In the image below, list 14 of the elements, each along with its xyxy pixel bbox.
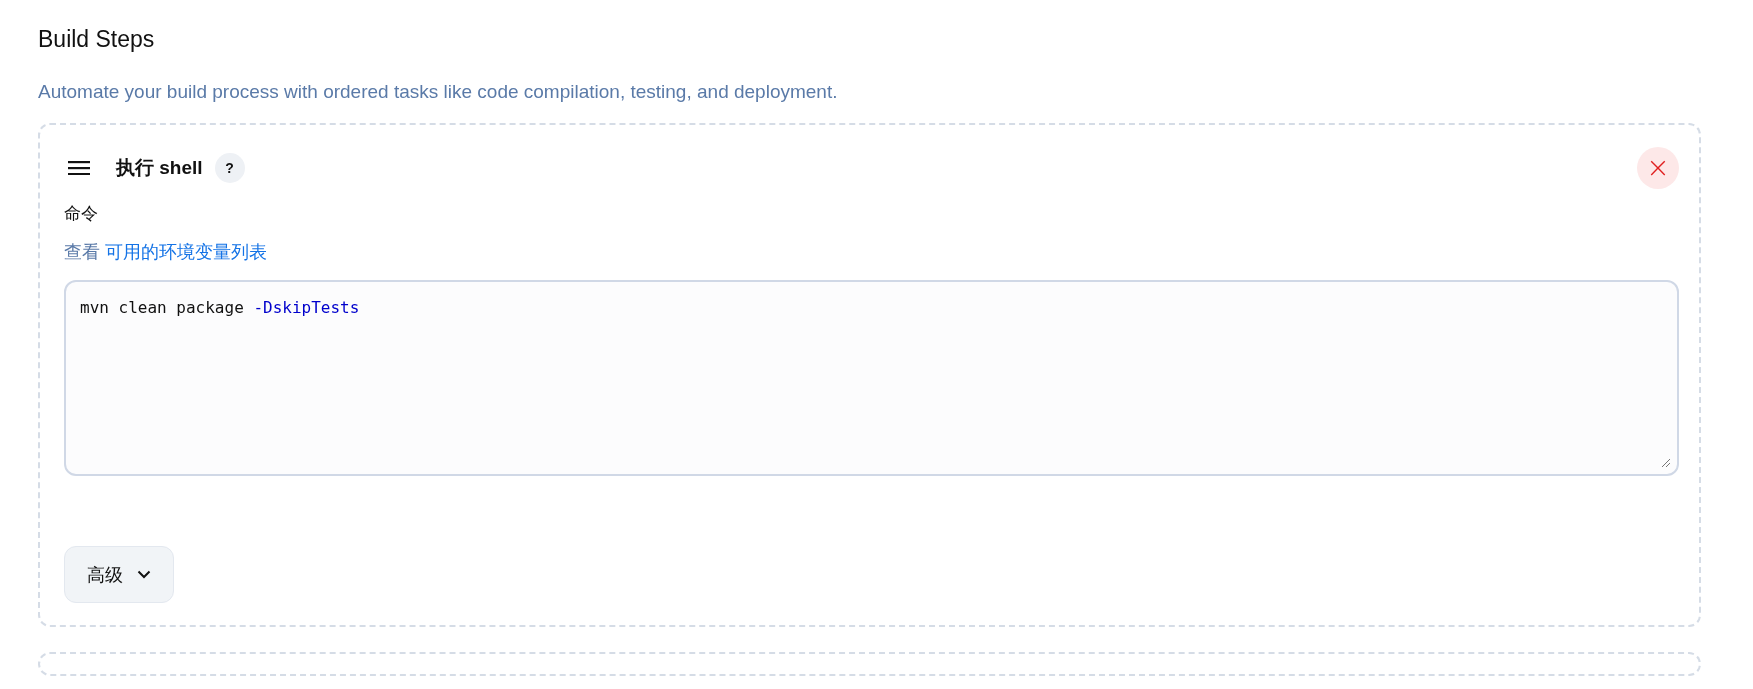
- chevron-icon: [137, 570, 151, 579]
- section-title: Build Steps: [38, 25, 156, 54]
- help-button[interactable]: ?: [214, 153, 245, 183]
- advanced-button[interactable]: 高级: [64, 546, 174, 603]
- code-line: mvn clean package -DskipTests: [80, 297, 360, 319]
- close-button[interactable]: ×: [1637, 147, 1679, 189]
- env-vars-hint: 查看 可用的环境变量列表: [64, 241, 267, 264]
- section-description: Automate your build process with ordered tasks like code compilation, testing, and deployment.: [38, 80, 839, 104]
- field-label: 命令: [64, 203, 99, 225]
- resize-grip-icon: [1661, 458, 1671, 468]
- step-title: 执行 shell: [116, 156, 203, 180]
- menu-icon: [68, 161, 90, 175]
- command-field[interactable]: mvn clean package -DskipTests: [64, 280, 1679, 476]
- env-vars-link[interactable]: 可用的环境变量列表: [105, 242, 267, 262]
